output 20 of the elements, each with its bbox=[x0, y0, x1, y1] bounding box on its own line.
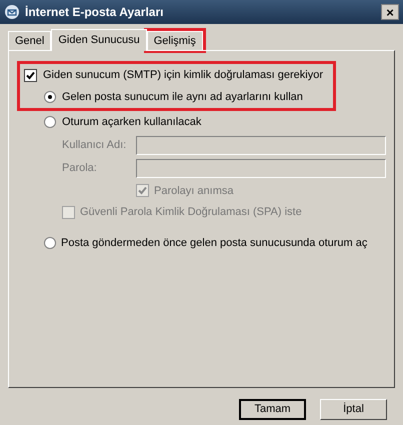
checkbox[interactable] bbox=[24, 68, 37, 82]
tab[interactable]: Gelişmiş bbox=[146, 31, 203, 50]
close-button[interactable]: × bbox=[381, 4, 399, 20]
tab[interactable]: Genel bbox=[8, 31, 52, 50]
radio-label: Oturum açarken kullanılacak bbox=[62, 115, 202, 130]
field-label: Kullanıcı Adı: bbox=[62, 138, 128, 153]
radio-label: Gelen posta sunucum ile aynı ad ayarlarını kullan bbox=[62, 90, 303, 104]
checkbox-label: Parolayı anımsa bbox=[154, 184, 234, 198]
checkbox-label: Güvenli Parola Kimlik Doğrulaması (SPA) iste bbox=[80, 205, 302, 220]
radio-button[interactable] bbox=[44, 90, 56, 103]
radio-button[interactable] bbox=[44, 236, 56, 249]
radio-label: Posta göndermeden önce gelen posta sunucusunda oturum aç bbox=[61, 236, 368, 250]
envelope-icon bbox=[4, 4, 20, 20]
radio-button[interactable] bbox=[44, 116, 56, 128]
field-label: Parola: bbox=[62, 160, 98, 176]
checkbox-label: Giden sunucum (SMTP) için kimlik doğrulaması gerekiyor bbox=[43, 68, 323, 83]
window-title: İnternet E-posta Ayarları bbox=[25, 4, 164, 21]
dialog-button[interactable]: Tamam bbox=[239, 399, 306, 420]
tab[interactable]: Giden Sunucusu bbox=[51, 29, 147, 51]
dialog-button[interactable]: İptal bbox=[320, 399, 387, 420]
